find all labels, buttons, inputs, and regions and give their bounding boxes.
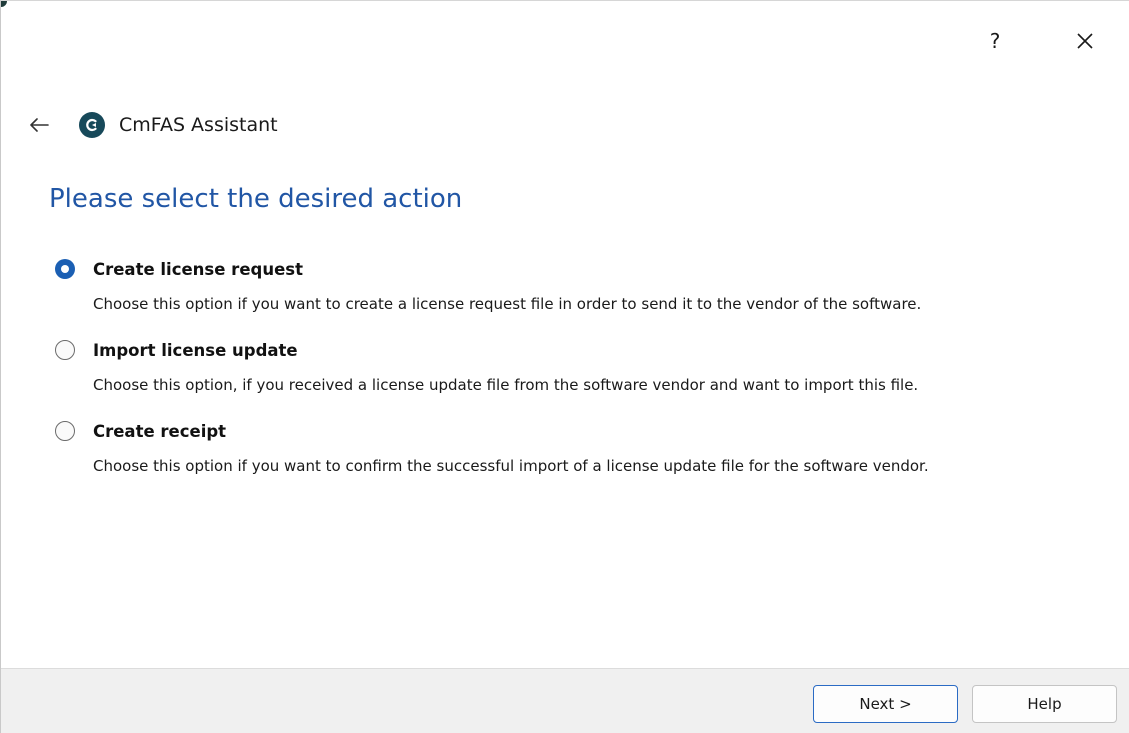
logo-glyph (86, 118, 97, 132)
radio-button[interactable] (55, 340, 75, 360)
back-button[interactable] (25, 111, 53, 139)
option-import-license-update: Import license update Choose this option… (55, 334, 1125, 415)
radio-button-selected[interactable] (55, 259, 75, 279)
radio-create-receipt[interactable]: Create receipt (55, 415, 1125, 447)
assistant-header: CmFAS Assistant (25, 105, 278, 145)
cmfas-assistant-window: ? CmFAS Assistant Please select the desi… (0, 0, 1129, 733)
help-button[interactable]: Help (972, 685, 1117, 723)
close-button[interactable] (1067, 23, 1103, 59)
option-description: Choose this option if you want to create… (93, 295, 922, 313)
radio-create-license-request[interactable]: Create license request (55, 253, 1125, 285)
window-corner-decoration (1, 1, 7, 7)
page-title: Please select the desired action (49, 184, 463, 214)
option-description: Choose this option, if you received a li… (93, 376, 919, 394)
option-create-license-request: Create license request Choose this optio… (55, 253, 1125, 334)
option-label: Create receipt (93, 421, 227, 441)
option-create-receipt: Create receipt Choose this option if you… (55, 415, 1125, 496)
radio-import-license-update[interactable]: Import license update (55, 334, 1125, 366)
help-caption-button[interactable]: ? (977, 23, 1013, 59)
back-arrow-icon (30, 118, 49, 132)
option-label: Create license request (93, 259, 303, 279)
help-caption-label: ? (989, 29, 1001, 53)
option-description: Choose this option if you want to confir… (93, 457, 929, 475)
option-label: Import license update (93, 340, 298, 360)
app-title: CmFAS Assistant (119, 114, 278, 136)
action-options: Create license request Choose this optio… (55, 253, 1125, 496)
radio-button[interactable] (55, 421, 75, 441)
button-bar: Next > Help (1, 668, 1129, 733)
close-icon (1077, 33, 1093, 49)
next-button[interactable]: Next > (813, 685, 958, 723)
cmfas-logo-icon (79, 112, 105, 138)
